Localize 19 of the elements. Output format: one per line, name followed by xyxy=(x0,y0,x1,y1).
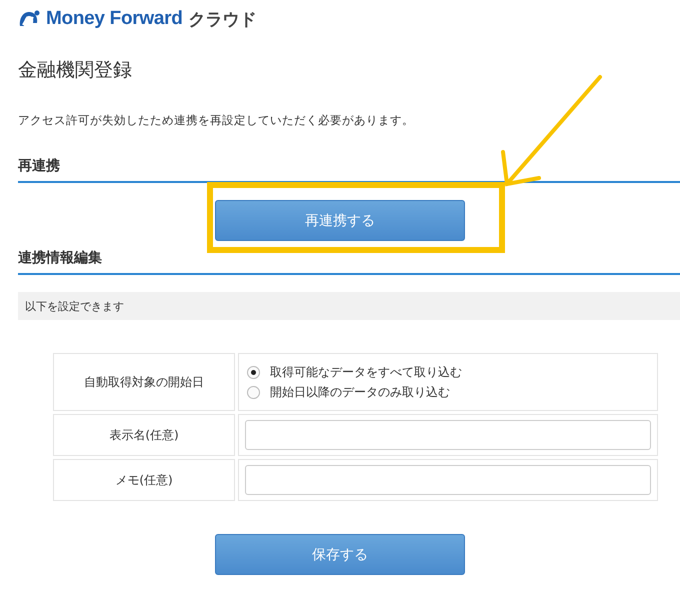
radio-button[interactable] xyxy=(247,366,260,378)
field-label: 表示名(任意) xyxy=(53,414,235,456)
option-label: 取得可能なデータをすべて取り込む xyxy=(270,364,462,380)
field-label: 自動取得対象の開始日 xyxy=(53,353,235,411)
info-bar: 以下を設定できます xyxy=(18,292,680,320)
brand-name: Money Forward xyxy=(46,8,183,30)
option-label: 開始日以降のデータのみ取り込む xyxy=(270,384,450,400)
radio-button[interactable] xyxy=(247,386,260,398)
radio-option[interactable]: 開始日以降のデータのみ取り込む xyxy=(245,382,651,402)
input-field[interactable] xyxy=(245,465,651,495)
input-field[interactable] xyxy=(245,420,651,450)
section-heading: 連携情報編集 xyxy=(18,249,680,275)
logo-icon xyxy=(18,9,40,29)
section-heading: 再連携 xyxy=(18,157,680,183)
notice-text: アクセス許可が失効したため連携を再設定していただく必要があります。 xyxy=(18,113,415,128)
product-name: クラウド xyxy=(188,8,257,30)
field-label: メモ(任意) xyxy=(53,459,235,501)
radio-option[interactable]: 取得可能なデータをすべて取り込む xyxy=(245,362,651,382)
page-title: 金融機関登録 xyxy=(18,58,133,83)
